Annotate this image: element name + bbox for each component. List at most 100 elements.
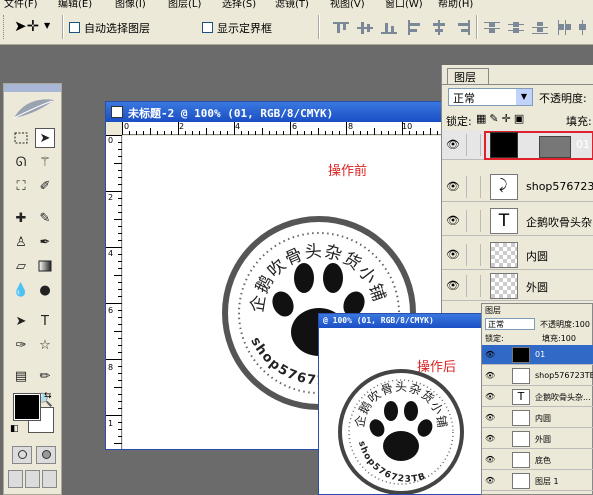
dodge-tool-icon[interactable]: ● (35, 280, 55, 300)
distribute-vcenter-icon[interactable] (508, 20, 524, 35)
document-titlebar[interactable]: 未标题-2 @ 100% (01, RGB/8/CMYK) (106, 102, 441, 122)
brush-link-icon[interactable] (466, 134, 481, 156)
distribute-left-icon[interactable] (556, 20, 572, 35)
layer-thumbnail (512, 410, 530, 426)
layer-row[interactable]: 👁 T 企鹅吹骨头杂 (442, 206, 593, 236)
custom-shape-tool-icon[interactable]: ☆ (35, 335, 55, 355)
lock-label: 锁定: (485, 334, 504, 343)
ruler-horizontal[interactable]: 0 2 4 6 8 10 (122, 122, 442, 135)
layer-row[interactable]: 👁 外圆 (442, 271, 593, 301)
blend-mode-select[interactable]: 正常 ▼ (448, 88, 533, 106)
distribute-hcenter-icon[interactable] (578, 20, 593, 35)
eye-icon[interactable]: 👁 (485, 455, 495, 464)
opacity-value[interactable]: 100 (575, 320, 590, 329)
layer-row[interactable]: 👁 内圆 (442, 240, 593, 270)
layer-row[interactable]: 👁 01 (482, 345, 593, 365)
lock-position-icon[interactable]: ✛ (502, 112, 514, 125)
eye-icon[interactable]: 👁 (485, 371, 495, 380)
lasso-tool-icon[interactable]: ᘏ (11, 152, 31, 172)
marquee-tool-icon[interactable] (11, 128, 31, 148)
eye-icon[interactable]: 👁 (446, 214, 460, 227)
layer-row[interactable]: 👁 外圆 (482, 429, 593, 449)
screen-mode-full-menu-button[interactable] (25, 470, 40, 488)
crop-tool-icon[interactable]: ⛶ (11, 176, 31, 196)
align-left-icon[interactable] (407, 20, 423, 35)
ruler-vertical[interactable]: 0 2 4 6 8 1 (106, 135, 122, 449)
tool-preset-picker[interactable]: ➤✛ ▼ (10, 17, 56, 37)
distribute-top-icon[interactable] (484, 20, 500, 35)
blend-mode-select[interactable]: 正常 (485, 318, 535, 330)
blur-tool-icon[interactable]: 💧 (11, 280, 31, 300)
swap-colors-icon[interactable]: ⇆ (44, 391, 52, 401)
menu-select[interactable]: 选择(S) (222, 0, 256, 9)
pen-tool-icon[interactable]: ✑ (11, 335, 31, 355)
screen-mode-full-button[interactable] (42, 470, 57, 488)
eye-icon[interactable]: 👁 (446, 138, 460, 151)
align-vcenter-icon[interactable] (357, 20, 373, 35)
notes-tool-icon[interactable]: ▤ (11, 366, 31, 386)
layer-row[interactable]: 👁 ⤸ shop576723 (442, 172, 593, 202)
link-icon[interactable] (466, 176, 481, 198)
tab-layers[interactable]: 图层 (485, 305, 501, 316)
distribute-bottom-icon[interactable] (532, 20, 548, 35)
menu-file[interactable]: 文件(F) (4, 0, 38, 9)
layer-row[interactable]: 👁 内圆 (482, 408, 593, 428)
link-icon[interactable] (466, 275, 481, 297)
eye-icon[interactable]: 👁 (485, 476, 495, 485)
menu-help[interactable]: 帮助(H) (438, 0, 473, 9)
eye-icon[interactable]: 👁 (485, 413, 495, 422)
toolbox-title[interactable] (4, 84, 61, 92)
lock-buttons[interactable]: ▦✎✛▣ (476, 112, 527, 125)
layer-row[interactable]: 👁 shop576723TB (482, 366, 593, 386)
quick-mask-mode-button[interactable] (36, 446, 56, 464)
eyedropper-tool-icon[interactable]: ✏ (35, 366, 55, 386)
eye-icon[interactable]: 👁 (446, 248, 460, 261)
align-right-icon[interactable] (455, 20, 471, 35)
after-document-title[interactable]: @ 100% (01, RGB/8/CMYK) (319, 314, 487, 328)
path-selection-tool-icon[interactable]: ➤ (11, 311, 31, 331)
link-icon[interactable] (466, 244, 481, 266)
history-brush-tool-icon[interactable]: ✒ (35, 232, 55, 252)
foreground-color-swatch[interactable] (13, 393, 41, 421)
menu-window[interactable]: 窗口(W) (385, 0, 423, 9)
layer-row[interactable]: 👁 底色 (482, 450, 593, 470)
align-hcenter-icon[interactable] (431, 20, 447, 35)
eye-icon[interactable]: 👁 (485, 350, 495, 359)
eye-icon[interactable]: 👁 (485, 392, 495, 401)
standard-mode-button[interactable] (12, 446, 32, 464)
move-tool-icon[interactable]: ➤ (35, 128, 55, 148)
default-colors-icon[interactable]: ◧ (10, 424, 19, 434)
layer-row[interactable]: 👁 01 (442, 130, 593, 160)
menu-edit[interactable]: 编辑(E) (58, 0, 92, 9)
align-bottom-icon[interactable] (381, 20, 397, 35)
lock-transparency-icon[interactable]: ▦ (476, 112, 489, 125)
menu-filter[interactable]: 滤镜(T) (275, 0, 309, 9)
clone-stamp-tool-icon[interactable]: ♙ (11, 232, 31, 252)
gradient-tool-icon[interactable] (35, 256, 55, 276)
lock-all-icon[interactable]: ▣ (514, 112, 527, 125)
menu-layer[interactable]: 图层(L) (168, 0, 201, 9)
show-bounds-checkbox[interactable] (202, 22, 213, 33)
lock-pixels-icon[interactable]: ✎ (489, 112, 501, 125)
healing-brush-tool-icon[interactable]: ✚ (11, 208, 31, 228)
fill-value[interactable]: 100 (561, 334, 576, 343)
layer-row[interactable]: 👁 T 企鹅吹骨头杂... (482, 387, 593, 407)
tab-layers[interactable]: 图层 (447, 68, 489, 84)
options-grip[interactable] (3, 15, 6, 39)
auto-select-checkbox[interactable] (69, 22, 80, 33)
eye-icon[interactable]: 👁 (446, 180, 460, 193)
menu-view[interactable]: 视图(V) (330, 0, 365, 9)
screen-mode-standard-button[interactable] (8, 470, 23, 488)
slice-tool-icon[interactable]: ✐ (35, 176, 55, 196)
eye-icon[interactable]: 👁 (446, 279, 460, 292)
align-top-icon[interactable] (333, 20, 349, 35)
layer-row[interactable]: 👁 图层 1 (482, 471, 593, 491)
magic-wand-tool-icon[interactable]: ⚚ (35, 152, 55, 172)
menu-image[interactable]: 图像(I) (115, 0, 146, 9)
feather-logo-icon[interactable] (12, 96, 56, 122)
eye-icon[interactable]: 👁 (485, 434, 495, 443)
eraser-tool-icon[interactable]: ▱ (11, 256, 31, 276)
brush-tool-icon[interactable]: ✎ (35, 208, 55, 228)
link-icon[interactable] (466, 210, 481, 232)
type-tool-icon[interactable]: T (35, 311, 55, 331)
